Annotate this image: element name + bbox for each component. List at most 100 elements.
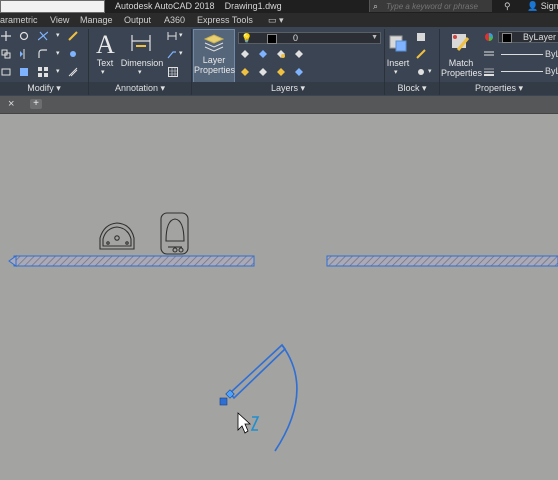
fillet-dropdown-icon[interactable]: ▾	[56, 49, 60, 59]
selected-wall-left[interactable]	[8, 255, 255, 267]
tab-manage[interactable]: Manage	[80, 13, 113, 27]
fillet-icon[interactable]	[38, 49, 48, 59]
panel-modify[interactable]: Modify ▾	[0, 82, 88, 95]
leader-dropdown-icon[interactable]: ▾	[179, 49, 183, 59]
layer-stack-icon	[203, 34, 225, 52]
sign-in-label: Sign In	[540, 1, 558, 11]
mirror-icon[interactable]	[19, 49, 29, 59]
lineweight-icon[interactable]	[484, 67, 494, 77]
panel-annotation[interactable]: Annotation ▾	[89, 82, 191, 95]
color-dropdown[interactable]: ByLayer	[498, 31, 558, 43]
erase-icon[interactable]	[68, 31, 78, 41]
title-bar: Autodesk AutoCAD 2018 Drawing1.dwg ⌕ ⚲ 👤…	[0, 0, 558, 13]
tab-output[interactable]: Output	[124, 13, 151, 27]
dimension-button-label[interactable]: Dimension	[119, 58, 165, 68]
layer-properties-label: Layer Properties	[194, 55, 236, 75]
create-block-icon[interactable]	[416, 32, 426, 42]
stretch-icon[interactable]	[1, 67, 11, 77]
insert-block-icon[interactable]	[387, 32, 409, 54]
drawing-canvas[interactable]	[0, 114, 558, 480]
tab-parametric[interactable]: arametric	[0, 13, 38, 27]
edit-block-icon[interactable]	[416, 49, 426, 59]
text-dropdown-icon[interactable]: ▾	[101, 68, 105, 78]
tab-view[interactable]: View	[50, 13, 69, 27]
binoculars-icon[interactable]: ⚲	[504, 0, 511, 12]
ribbon-tab-bar: arametric View Manage Output A360 Expres…	[0, 13, 558, 27]
leader-icon[interactable]	[167, 49, 177, 59]
copy-icon[interactable]	[1, 49, 11, 59]
layer-dropdown-value: 0	[293, 33, 299, 43]
close-icon[interactable]: ×	[8, 97, 14, 111]
color-wheel-icon[interactable]	[484, 32, 494, 42]
layer-color-swatch	[267, 34, 277, 44]
layer-dropdown-arrow-icon: ▼	[371, 34, 378, 41]
block-attribute-dropdown-icon[interactable]: ▾	[428, 67, 432, 77]
offset-icon[interactable]	[68, 67, 78, 77]
linetype-row[interactable]: ByL	[499, 49, 558, 60]
table-icon[interactable]	[168, 67, 178, 77]
window-title: Autodesk AutoCAD 2018 Drawing1.dwg	[115, 1, 282, 11]
layer-freeze-icon[interactable]	[276, 49, 286, 59]
layer-lock-icon[interactable]	[294, 49, 304, 59]
tab-a360[interactable]: A360	[164, 13, 185, 27]
panel-annotation-label: Annotation	[114, 83, 158, 93]
layer-unisolate-icon[interactable]	[294, 67, 304, 77]
tab-express-tools[interactable]: Express Tools	[197, 13, 253, 27]
insert-label[interactable]: Insert	[384, 58, 412, 68]
panel-properties[interactable]: Properties ▾	[440, 82, 558, 95]
dimension-dropdown-icon[interactable]: ▾	[138, 68, 142, 78]
color-swatch	[502, 33, 512, 43]
search-box[interactable]: ⌕	[369, 0, 492, 12]
scale-icon[interactable]	[19, 67, 29, 77]
lightbulb-icon: 💡	[241, 33, 253, 43]
ribbon-display-toggle-icon[interactable]: ▭ ▾	[268, 13, 284, 27]
layer-properties-button[interactable]: Layer Properties	[193, 29, 235, 83]
array-icon[interactable]	[38, 67, 48, 77]
explode-icon[interactable]	[68, 49, 78, 59]
door-swing[interactable]	[228, 343, 298, 452]
linear-dropdown-icon[interactable]: ▾	[179, 31, 183, 41]
layer-match-icon[interactable]	[258, 67, 268, 77]
user-icon: 👤	[527, 1, 541, 11]
mouse-cursor-icon	[237, 412, 260, 434]
trim-dropdown-icon[interactable]: ▾	[56, 31, 60, 41]
panel-layers[interactable]: Layers ▾	[192, 82, 384, 95]
lineweight-row[interactable]: ByL	[499, 66, 558, 77]
match-properties-icon[interactable]	[450, 32, 472, 54]
selected-wall-right[interactable]	[326, 255, 558, 267]
panel-block-label: Block	[397, 83, 420, 93]
linear-dimension-icon[interactable]	[167, 31, 177, 41]
layer-off-icon[interactable]	[240, 49, 250, 59]
layer-make-current-icon[interactable]	[240, 67, 250, 77]
move-icon[interactable]	[1, 31, 11, 41]
panel-modify-label: Modify	[27, 83, 54, 93]
match-properties-label[interactable]: Match Properties	[441, 58, 482, 78]
linetype-value: ByL	[545, 49, 558, 59]
bathtub-fixture[interactable]	[99, 222, 135, 250]
dimension-icon[interactable]	[130, 33, 152, 53]
block-attribute-icon[interactable]	[416, 67, 426, 77]
search-icon: ⌕	[373, 1, 379, 11]
text-icon[interactable]: A	[96, 32, 115, 58]
quick-access-toolbar[interactable]	[0, 0, 105, 13]
layer-dropdown[interactable]: 💡 0 ▼	[238, 32, 381, 44]
rotate-icon[interactable]	[19, 31, 29, 41]
text-button-label[interactable]: Text	[92, 58, 118, 68]
lineweight-value: ByL	[545, 66, 558, 76]
layer-previous-icon[interactable]	[276, 67, 286, 77]
panel-layers-label: Layers	[270, 83, 298, 93]
ribbon: ▾ ▾ ▾ Modify ▾ A Text ▾ Dimension ▾ ▾ ▾ …	[0, 27, 558, 96]
sign-in-button[interactable]: 👤 Sign In	[527, 0, 558, 12]
layer-isolate-icon[interactable]	[258, 49, 268, 59]
array-dropdown-icon[interactable]: ▾	[56, 67, 60, 77]
toilet-fixture[interactable]	[160, 212, 189, 255]
trim-icon[interactable]	[38, 31, 48, 41]
insert-dropdown-icon[interactable]: ▾	[394, 68, 398, 78]
grip-handle[interactable]	[219, 397, 228, 406]
new-tab-button[interactable]: +	[30, 99, 42, 109]
linetype-icon[interactable]	[484, 49, 494, 59]
search-input[interactable]	[386, 0, 490, 12]
document-tab-bar: × +	[0, 96, 558, 114]
panel-properties-label: Properties	[474, 83, 516, 93]
panel-block[interactable]: Block ▾	[385, 82, 439, 95]
